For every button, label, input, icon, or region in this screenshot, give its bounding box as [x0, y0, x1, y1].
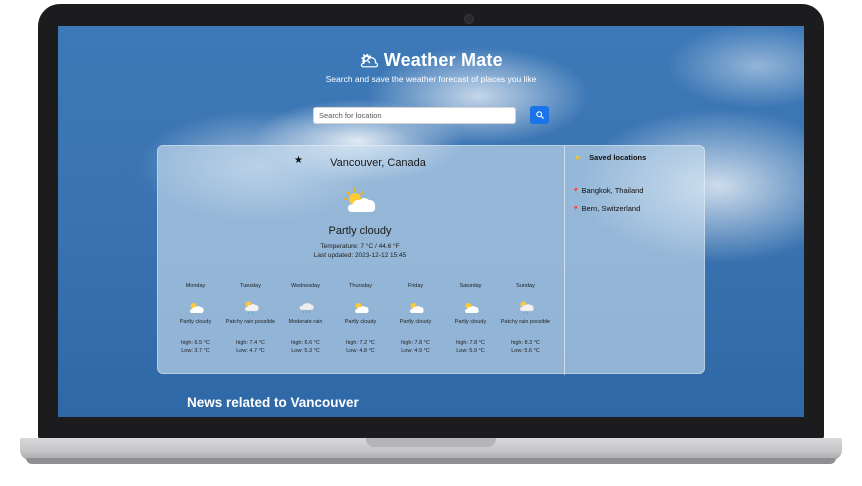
weather-panel: ★ Vancouver, Canada Partly cloudy Temper… — [157, 145, 705, 375]
forecast-day: Monday Partly cloudy high: 6.5 °C Low: 3… — [168, 283, 223, 363]
forecast-condition: Moderate rain — [288, 319, 323, 325]
saved-location-item[interactable]: 📍 Bern, Switzerland — [572, 204, 640, 213]
forecast-condition: Partly cloudy — [399, 319, 432, 325]
forecast-condition: Partly cloudy — [454, 319, 487, 325]
forecast-day: Friday Partly cloudy high: 7.8 °C Low: 4… — [388, 283, 443, 363]
forecast-low: Low: 4.9 °C — [401, 348, 430, 354]
laptop-base-shadow — [26, 458, 836, 464]
saved-location-item[interactable]: 📍 Bangkok, Thailand — [572, 186, 643, 195]
forecast-day: Thursday Partly cloudy high: 7.2 °C Low:… — [333, 283, 388, 363]
forecast-high: high: 7.8 °C — [456, 340, 485, 346]
forecast-day-name: Wednesday — [291, 283, 320, 289]
patchy-rain-icon — [519, 301, 534, 315]
forecast-high: high: 6.5 °C — [181, 340, 210, 346]
partly-cloudy-icon — [189, 302, 204, 313]
sun-behind-cloud-icon: 🌥 — [359, 53, 380, 70]
forecast-condition: Patchy rain possible — [500, 319, 551, 325]
forecast-condition: Partly cloudy — [179, 319, 212, 325]
forecast-day-name: Thursday — [349, 283, 372, 289]
saved-location-label: Bangkok, Thailand — [581, 186, 644, 195]
laptop-base-notch — [366, 438, 496, 447]
app-screen: 🌥 Weather Mate Search and save the weathe… — [58, 26, 804, 417]
save-location-star-icon[interactable]: ★ — [294, 155, 303, 166]
partly-cloudy-icon — [464, 302, 479, 313]
partly-cloudy-icon — [409, 302, 424, 313]
forecast-day-name: Monday — [185, 283, 206, 289]
pin-icon: 📍 — [572, 207, 580, 213]
forecast-day-name: Saturday — [459, 283, 482, 289]
forecast-day: Saturday Partly cloudy high: 7.8 °C Low:… — [443, 283, 498, 363]
forecast-high: high: 7.4 °C — [236, 340, 265, 346]
forecast-day-name: Friday — [407, 283, 424, 289]
saved-locations-header: ★ Saved locations — [574, 153, 646, 162]
forecast-low: Low: 5.9 °C — [456, 348, 485, 354]
forecast-low: Low: 5.6 °C — [511, 348, 540, 354]
forecast-low: Low: 5.3 °C — [291, 348, 320, 354]
patchy-rain-icon — [244, 301, 259, 315]
news-section-title: News related to Vancouver — [187, 395, 359, 410]
app-title-text: Weather Mate — [383, 50, 503, 70]
forecast-day-name: Tuesday — [240, 283, 261, 289]
forecast-low: Low: 4.7 °C — [236, 348, 265, 354]
forecast-high: high: 7.8 °C — [401, 340, 430, 346]
forecast-high: high: 8.3 °C — [511, 340, 540, 346]
app-subtitle: Search and save the weather forecast of … — [325, 74, 537, 84]
forecast-day: Tuesday Patchy rain possible high: 7.4 °… — [223, 283, 278, 363]
last-updated: Last updated: 2023-12-12 15:45 — [313, 252, 407, 259]
saved-location-label: Bern, Switzerland — [581, 204, 641, 213]
forecast-day: Wednesday Moderate rain high: 6.6 °C Low… — [278, 283, 333, 363]
current-condition: Partly cloudy — [328, 225, 392, 237]
search-icon — [535, 111, 544, 119]
saved-locations-title: Saved locations — [589, 153, 647, 162]
forecast-low: Low: 4.8 °C — [346, 348, 375, 354]
current-temperature: Temperature: 7 °C / 44.6 °F — [320, 243, 400, 250]
star-icon: ★ — [574, 153, 582, 162]
camera-icon — [464, 14, 474, 24]
partly-cloudy-icon — [354, 302, 369, 313]
forecast-high: high: 6.6 °C — [291, 340, 320, 346]
location-title: Vancouver, Canada — [330, 157, 426, 169]
forecast-high: high: 7.2 °C — [346, 340, 375, 346]
forecast-day: Sunday Patchy rain possible high: 8.3 °C… — [498, 283, 553, 363]
search-button[interactable] — [530, 106, 549, 124]
weekly-forecast: Monday Partly cloudy high: 6.5 °C Low: 3… — [168, 283, 554, 363]
search-input[interactable] — [313, 107, 516, 124]
app-title: 🌥 Weather Mate — [58, 50, 804, 71]
forecast-condition: Patchy rain possible — [225, 319, 276, 325]
forecast-low: Low: 3.7 °C — [181, 348, 210, 354]
panel-divider — [564, 146, 565, 375]
partly-cloudy-icon — [343, 187, 376, 212]
rain-cloud-icon — [298, 302, 314, 314]
forecast-day-name: Sunday — [516, 283, 535, 289]
pin-icon: 📍 — [572, 189, 580, 195]
forecast-condition: Partly cloudy — [344, 319, 377, 325]
